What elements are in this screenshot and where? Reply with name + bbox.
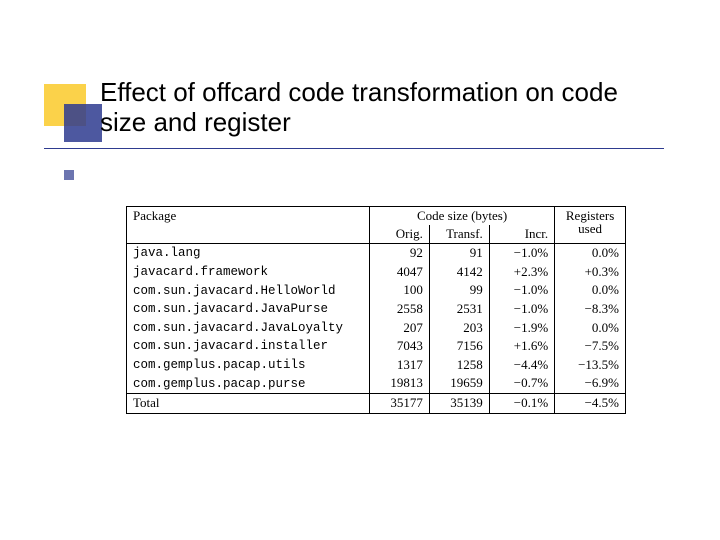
table-row: com.gemplus.pacap.utils 1317 1258 −4.4% … <box>127 356 626 375</box>
cell-transf: 35139 <box>429 394 489 414</box>
cell-transf: 19659 <box>429 374 489 393</box>
decor-square-blue <box>64 104 102 142</box>
cell-package: java.lang <box>127 244 370 263</box>
cell-incr: −1.0% <box>489 244 554 263</box>
cell-reg: 0.0% <box>555 281 626 300</box>
cell-package: javacard.framework <box>127 263 370 282</box>
cell-reg: −8.3% <box>555 300 626 319</box>
cell-package: Total <box>127 394 370 414</box>
body-bullet-decor <box>64 170 74 180</box>
cell-orig: 4047 <box>369 263 429 282</box>
slide-title: Effect of offcard code transformation on… <box>100 78 660 138</box>
cell-transf: 99 <box>429 281 489 300</box>
table-row: com.sun.javacard.installer 7043 7156 +1.… <box>127 337 626 356</box>
cell-reg: −13.5% <box>555 356 626 375</box>
header-codesize: Code size (bytes) <box>369 207 554 226</box>
cell-incr: −1.9% <box>489 319 554 338</box>
table-row: com.sun.javacard.JavaPurse 2558 2531 −1.… <box>127 300 626 319</box>
cell-package: com.sun.javacard.installer <box>127 337 370 356</box>
cell-orig: 100 <box>369 281 429 300</box>
cell-transf: 203 <box>429 319 489 338</box>
cell-transf: 4142 <box>429 263 489 282</box>
table-row: javacard.framework 4047 4142 +2.3% +0.3% <box>127 263 626 282</box>
cell-transf: 7156 <box>429 337 489 356</box>
cell-orig: 92 <box>369 244 429 263</box>
cell-incr: −1.0% <box>489 281 554 300</box>
title-underline <box>44 148 664 149</box>
cell-package: com.sun.javacard.JavaPurse <box>127 300 370 319</box>
slide: Effect of offcard code transformation on… <box>0 0 720 540</box>
cell-orig: 19813 <box>369 374 429 393</box>
cell-package: com.sun.javacard.HelloWorld <box>127 281 370 300</box>
table-row: com.sun.javacard.JavaLoyalty 207 203 −1.… <box>127 319 626 338</box>
cell-orig: 1317 <box>369 356 429 375</box>
header-transf: Transf. <box>429 225 489 244</box>
cell-transf: 2531 <box>429 300 489 319</box>
table-row-total: Total 35177 35139 −0.1% −4.5% <box>127 394 626 414</box>
cell-incr: −0.7% <box>489 374 554 393</box>
header-registers: Registers used <box>555 207 626 244</box>
cell-orig: 207 <box>369 319 429 338</box>
title-bullet-decor <box>44 84 102 142</box>
cell-incr: +1.6% <box>489 337 554 356</box>
cell-orig: 35177 <box>369 394 429 414</box>
cell-package: com.gemplus.pacap.purse <box>127 374 370 393</box>
cell-reg: +0.3% <box>555 263 626 282</box>
cell-transf: 91 <box>429 244 489 263</box>
cell-incr: −1.0% <box>489 300 554 319</box>
header-incr: Incr. <box>489 225 554 244</box>
header-orig: Orig. <box>369 225 429 244</box>
table: Package Code size (bytes) Registers used… <box>126 206 626 414</box>
cell-reg: −4.5% <box>555 394 626 414</box>
cell-reg: −7.5% <box>555 337 626 356</box>
cell-reg: 0.0% <box>555 319 626 338</box>
cell-incr: −4.4% <box>489 356 554 375</box>
cell-package: com.sun.javacard.JavaLoyalty <box>127 319 370 338</box>
table-row: java.lang 92 91 −1.0% 0.0% <box>127 244 626 263</box>
table-row: com.sun.javacard.HelloWorld 100 99 −1.0%… <box>127 281 626 300</box>
cell-incr: −0.1% <box>489 394 554 414</box>
results-table: Package Code size (bytes) Registers used… <box>126 206 626 414</box>
cell-reg: −6.9% <box>555 374 626 393</box>
header-package: Package <box>127 207 370 244</box>
cell-package: com.gemplus.pacap.utils <box>127 356 370 375</box>
cell-incr: +2.3% <box>489 263 554 282</box>
cell-orig: 7043 <box>369 337 429 356</box>
cell-reg: 0.0% <box>555 244 626 263</box>
cell-transf: 1258 <box>429 356 489 375</box>
cell-orig: 2558 <box>369 300 429 319</box>
table-row: com.gemplus.pacap.purse 19813 19659 −0.7… <box>127 374 626 393</box>
